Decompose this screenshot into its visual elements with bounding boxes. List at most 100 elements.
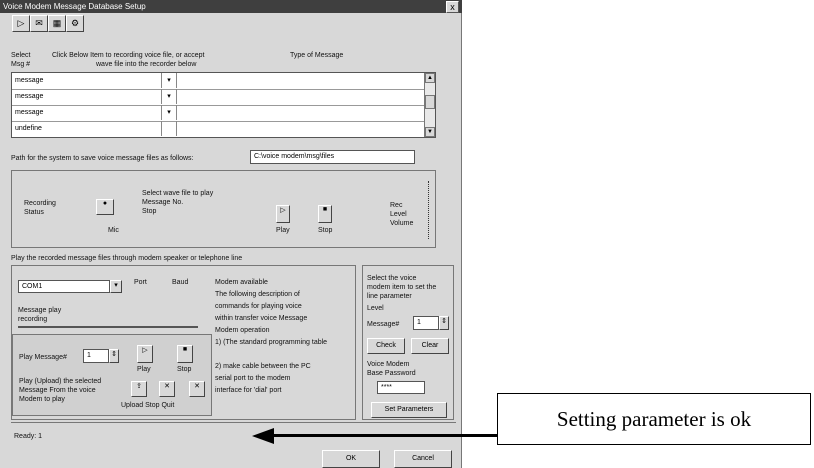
parameter-panel: Select the voice modem item to set the l… xyxy=(362,265,454,420)
list-item-name: message xyxy=(12,73,162,88)
playback-panel: COM1 ▾ Port Baud Modem available Message… xyxy=(11,265,356,420)
record-play-caption: Play xyxy=(276,227,290,234)
volume-slider[interactable] xyxy=(428,181,432,239)
record-play-button[interactable]: ▷ xyxy=(276,205,290,223)
param-text: Select the voice xyxy=(367,275,417,282)
info-line: Modem operation xyxy=(215,327,270,334)
hint-line-1: Click Below Item to recording voice file… xyxy=(52,52,205,59)
select-label: Select xyxy=(11,52,31,59)
new-icon[interactable]: ▷ xyxy=(12,15,30,32)
list-scrollbar[interactable]: ▲ ▼ xyxy=(424,73,435,137)
password-label-2: Base Password xyxy=(367,370,416,377)
play-message-label: Play Message# xyxy=(19,354,67,361)
clear-button[interactable]: Clear xyxy=(411,338,449,354)
upload-note-1: Play (Upload) the selected xyxy=(19,378,102,385)
list-item[interactable]: message ▾ xyxy=(12,73,435,90)
record-stop-button[interactable]: ■ xyxy=(318,205,332,223)
progress-bar xyxy=(18,326,198,328)
progress-state: recording xyxy=(18,316,48,323)
dialog-window: Voice Modem Message Database Setup x ▷ ✉… xyxy=(0,0,462,468)
progress-label: Message play xyxy=(18,307,62,314)
message-number-input[interactable]: 1 xyxy=(413,316,439,330)
stop-caption: Stop xyxy=(177,366,192,373)
divider xyxy=(11,422,456,423)
stop-upload-button[interactable]: ✕ xyxy=(159,381,175,397)
section-label: Play the recorded message files through … xyxy=(11,255,243,262)
list-item[interactable]: message ▾ xyxy=(12,89,435,106)
info-line: 2) make cable between the PC xyxy=(215,363,311,370)
settings-icon[interactable]: ⚙ xyxy=(66,15,84,32)
upload-button[interactable]: ⇪ xyxy=(131,381,147,397)
baud-label: Baud xyxy=(172,279,189,286)
quantity-stepper[interactable]: ⇕ xyxy=(439,316,449,330)
play-caption: Play xyxy=(137,366,151,373)
scroll-thumb[interactable] xyxy=(425,95,435,109)
msg-number-label: Msg # xyxy=(11,61,31,68)
info-line: serial port to the modem xyxy=(215,375,291,382)
play-message-input[interactable]: 1 xyxy=(83,349,109,363)
upload-note-2: Message From the voice xyxy=(19,387,96,394)
callout-arrow-line xyxy=(272,434,497,437)
chevron-down-icon[interactable]: ▾ xyxy=(162,105,177,120)
type-of-message-label: Type of Message xyxy=(290,52,344,59)
recorder-info-line-2: Message No. xyxy=(142,199,184,206)
list-item-name: message xyxy=(12,105,162,120)
cancel-button[interactable]: Cancel xyxy=(394,450,452,468)
info-line: within transfer voice Message xyxy=(215,315,308,322)
upload-captions: Upload Stop Quit xyxy=(121,402,175,409)
set-parameters-button[interactable]: Set Parameters xyxy=(371,402,447,418)
recorder-panel: Recording Status ● Mic Select wave file … xyxy=(11,170,436,248)
param-text: line parameter xyxy=(367,293,412,300)
chevron-down-icon[interactable]: ▾ xyxy=(162,89,177,104)
mic-icon[interactable]: ● xyxy=(96,199,114,215)
message-number-label: Message# xyxy=(367,321,400,328)
play-message-group: Play Message# 1 ⇕ ▷ Play ■ Stop Play (Up… xyxy=(12,334,212,416)
hint-line-2: wave file into the recorder below xyxy=(96,61,197,68)
stop-button[interactable]: ■ xyxy=(177,345,193,363)
ok-button[interactable]: OK xyxy=(322,450,380,468)
chevron-down-icon[interactable]: ▾ xyxy=(110,280,122,293)
recorder-info-line-1: Select wave file to play xyxy=(142,190,214,197)
message-list: message ▾ message ▾ message ▾ undefine ▲… xyxy=(11,72,436,138)
list-item-type[interactable] xyxy=(162,121,177,136)
mic-caption: Mic xyxy=(108,227,119,234)
callout-arrow-head xyxy=(252,428,274,444)
level-label: Level xyxy=(367,305,384,312)
play-button[interactable]: ▷ xyxy=(137,345,153,363)
save-icon[interactable]: ▦ xyxy=(48,15,66,32)
info-line: 1) (The standard programming table xyxy=(215,339,328,346)
volume-label-2: Level xyxy=(390,211,407,218)
info-line: interface for 'dial' port xyxy=(215,387,282,394)
list-item-name: message xyxy=(12,89,162,104)
window-title: Voice Modem Message Database Setup xyxy=(3,2,146,11)
list-item[interactable]: undefine xyxy=(12,121,435,137)
info-line: The following description of xyxy=(215,291,300,298)
password-label-1: Voice Modem xyxy=(367,361,410,368)
status-text: Ready: 1 xyxy=(14,433,43,440)
upload-note-3: Modem to play xyxy=(19,396,65,403)
quantity-stepper[interactable]: ⇕ xyxy=(109,349,119,363)
list-item[interactable]: message ▾ xyxy=(12,105,435,122)
recording-label: Recording xyxy=(24,200,56,207)
scroll-up-icon[interactable]: ▲ xyxy=(425,73,435,83)
info-line: commands for playing voice xyxy=(215,303,302,310)
modem-status: Modem available xyxy=(215,279,268,286)
check-button[interactable]: Check xyxy=(367,338,405,354)
close-button[interactable]: x xyxy=(446,1,459,13)
quit-button[interactable]: ✕ xyxy=(189,381,205,397)
recorder-info-line-3: Stop xyxy=(142,208,157,215)
param-text: modem item to set the xyxy=(367,284,437,291)
callout-box: Setting parameter is ok xyxy=(497,393,811,445)
path-label: Path for the system to save voice messag… xyxy=(11,155,194,162)
title-bar: Voice Modem Message Database Setup x xyxy=(0,0,462,13)
list-item-name: undefine xyxy=(12,121,162,136)
volume-label-1: Rec xyxy=(390,202,403,209)
scroll-down-icon[interactable]: ▼ xyxy=(425,127,435,137)
password-field[interactable]: **** xyxy=(377,381,425,394)
path-input[interactable]: C:\voice modem\msg\files xyxy=(250,150,415,164)
port-select[interactable]: COM1 xyxy=(18,280,110,293)
record-stop-caption: Stop xyxy=(318,227,333,234)
chevron-down-icon[interactable]: ▾ xyxy=(162,73,177,88)
open-icon[interactable]: ✉ xyxy=(30,15,48,32)
volume-label-3: Volume xyxy=(390,220,414,227)
